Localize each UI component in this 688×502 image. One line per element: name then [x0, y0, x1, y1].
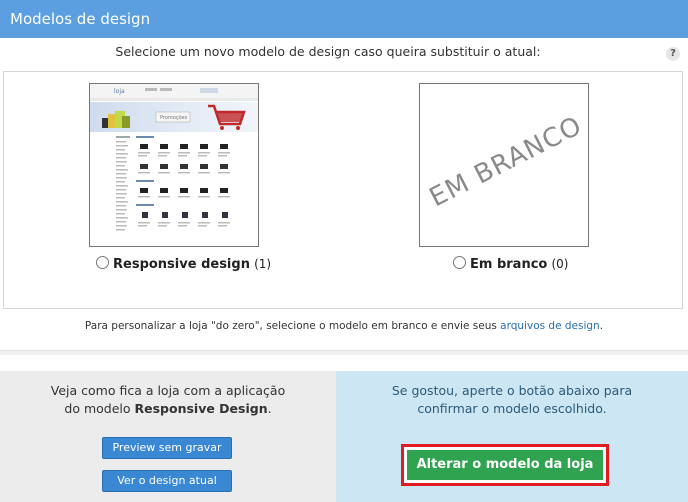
banner-promo-text: Promoções	[160, 115, 188, 121]
blank-template-radio[interactable]	[453, 256, 466, 269]
instruction-text: Selecione um novo modelo de design caso …	[115, 44, 541, 59]
blank-template-thumbnail[interactable]: EM BRANCO	[419, 83, 589, 247]
preview-line-2: do modelo Responsive Design.	[64, 401, 272, 416]
blank-template-label: Em branco	[470, 257, 548, 272]
section-divider	[0, 350, 688, 355]
responsive-design-thumbnail[interactable]: loja Promoções	[89, 83, 259, 247]
page-title: Modelos de design	[10, 10, 151, 28]
preview-description: Veja como fica a loja com a aplicação do…	[0, 382, 336, 418]
confirm-description: Se gostou, aperte o botão abaixo para co…	[336, 382, 688, 418]
confirm-button-highlight: Alterar o modelo da loja	[401, 444, 609, 486]
responsive-design-option[interactable]: Responsive design (1)	[96, 256, 271, 272]
responsive-design-count: (1)	[254, 257, 272, 271]
page-header: Modelos de design	[0, 0, 688, 38]
responsive-design-radio[interactable]	[96, 256, 109, 269]
confirm-line-2: confirmar o modelo escolhido.	[417, 401, 607, 416]
preview-panel: Veja como fica a loja com a aplicação do…	[0, 371, 336, 502]
responsive-design-label: Responsive design	[113, 257, 250, 272]
preview-line-1: Veja como fica a loja com a aplicação	[50, 383, 286, 398]
store-preview-image: loja Promoções	[90, 84, 258, 246]
change-store-template-button[interactable]: Alterar o modelo da loja	[407, 450, 603, 480]
note-text: Para personalizar a loja "do zero", sele…	[84, 320, 501, 332]
blank-template-count: (0)	[551, 257, 569, 271]
design-files-link[interactable]: arquivos de design	[500, 320, 600, 332]
view-current-design-button[interactable]: Ver o design atual	[102, 470, 232, 492]
blank-thumbnail-text: EM BRANCO	[424, 110, 588, 214]
preview-without-saving-button[interactable]: Preview sem gravar	[102, 437, 232, 459]
confirm-panel: Se gostou, aperte o botão abaixo para co…	[336, 371, 688, 502]
customization-note: Para personalizar a loja "do zero", sele…	[0, 320, 688, 332]
confirm-line-1: Se gostou, aperte o botão abaixo para	[391, 383, 633, 398]
blank-template-option[interactable]: Em branco (0)	[453, 256, 568, 272]
store-logo-text: loja	[114, 88, 125, 95]
help-icon[interactable]: ?	[666, 47, 680, 61]
note-suffix: .	[599, 320, 604, 332]
